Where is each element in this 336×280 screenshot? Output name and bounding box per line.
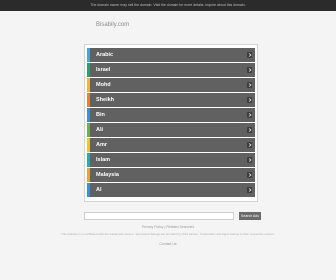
related-link-malaysia[interactable]: Malaysia [87,168,255,182]
link-color-stripe [87,108,90,122]
related-link-label: Sheikh [96,97,115,103]
chevron-right-icon [247,52,252,58]
search-input[interactable] [84,212,234,220]
chevron-right-icon [247,67,252,73]
related-links-panel: Arabic Israel Mohd Sheikh Bin Ali Amr Islam Mala… [84,44,258,202]
chevron-right-icon [247,82,252,88]
link-color-stripe [87,93,90,107]
related-link-sheikh[interactable]: Sheikh [87,93,255,107]
related-link-label: Malaysia [96,172,119,178]
related-link-israel[interactable]: Israel [87,63,255,77]
privacy-links[interactable]: Privacy Policy | Related Searches [0,225,336,229]
search-bar: Search Ads [84,212,264,220]
related-link-label: Al [96,187,102,193]
related-link-arabic[interactable]: Arabic [87,48,255,62]
related-link-label: Islam [96,157,111,163]
related-link-bin[interactable]: Bin [87,108,255,122]
related-link-label: Amr [96,142,108,148]
related-link-islam[interactable]: Islam [87,153,255,167]
related-link-mohd[interactable]: Mohd [87,78,255,92]
related-link-label: Israel [96,67,111,73]
chevron-right-icon [247,142,252,148]
related-link-ali[interactable]: Ali [87,123,255,137]
related-link-label: Ali [96,127,104,133]
chevron-right-icon [247,172,252,178]
related-link-amr[interactable]: Amr [87,138,255,152]
link-color-stripe [87,63,90,77]
link-color-stripe [87,78,90,92]
link-color-stripe [87,138,90,152]
chevron-right-icon [247,157,252,163]
chevron-right-icon [247,127,252,133]
site-domain: Bisabily.com [96,22,130,28]
chevron-right-icon [247,187,252,193]
search-button[interactable]: Search Ads [239,212,261,220]
related-link-al[interactable]: Al [87,183,255,197]
link-color-stripe [87,123,90,137]
related-link-label: Bin [96,112,105,118]
disclaimer-text: This website is not affiliated with the … [61,232,275,236]
link-color-stripe [87,48,90,62]
top-notice-text[interactable]: The domain owner may sell the domain. Vi… [90,3,245,7]
related-link-label: Arabic [96,52,114,58]
chevron-right-icon [247,112,252,118]
link-color-stripe [87,183,90,197]
link-color-stripe [87,153,90,167]
related-link-label: Mohd [96,82,111,88]
chevron-right-icon [247,97,252,103]
contact-link[interactable]: Contact Us [0,242,336,246]
top-notice-bar: The domain owner may sell the domain. Vi… [0,0,336,11]
related-links-list: Arabic Israel Mohd Sheikh Bin Ali Amr Islam Mala… [87,48,255,198]
link-color-stripe [87,168,90,182]
